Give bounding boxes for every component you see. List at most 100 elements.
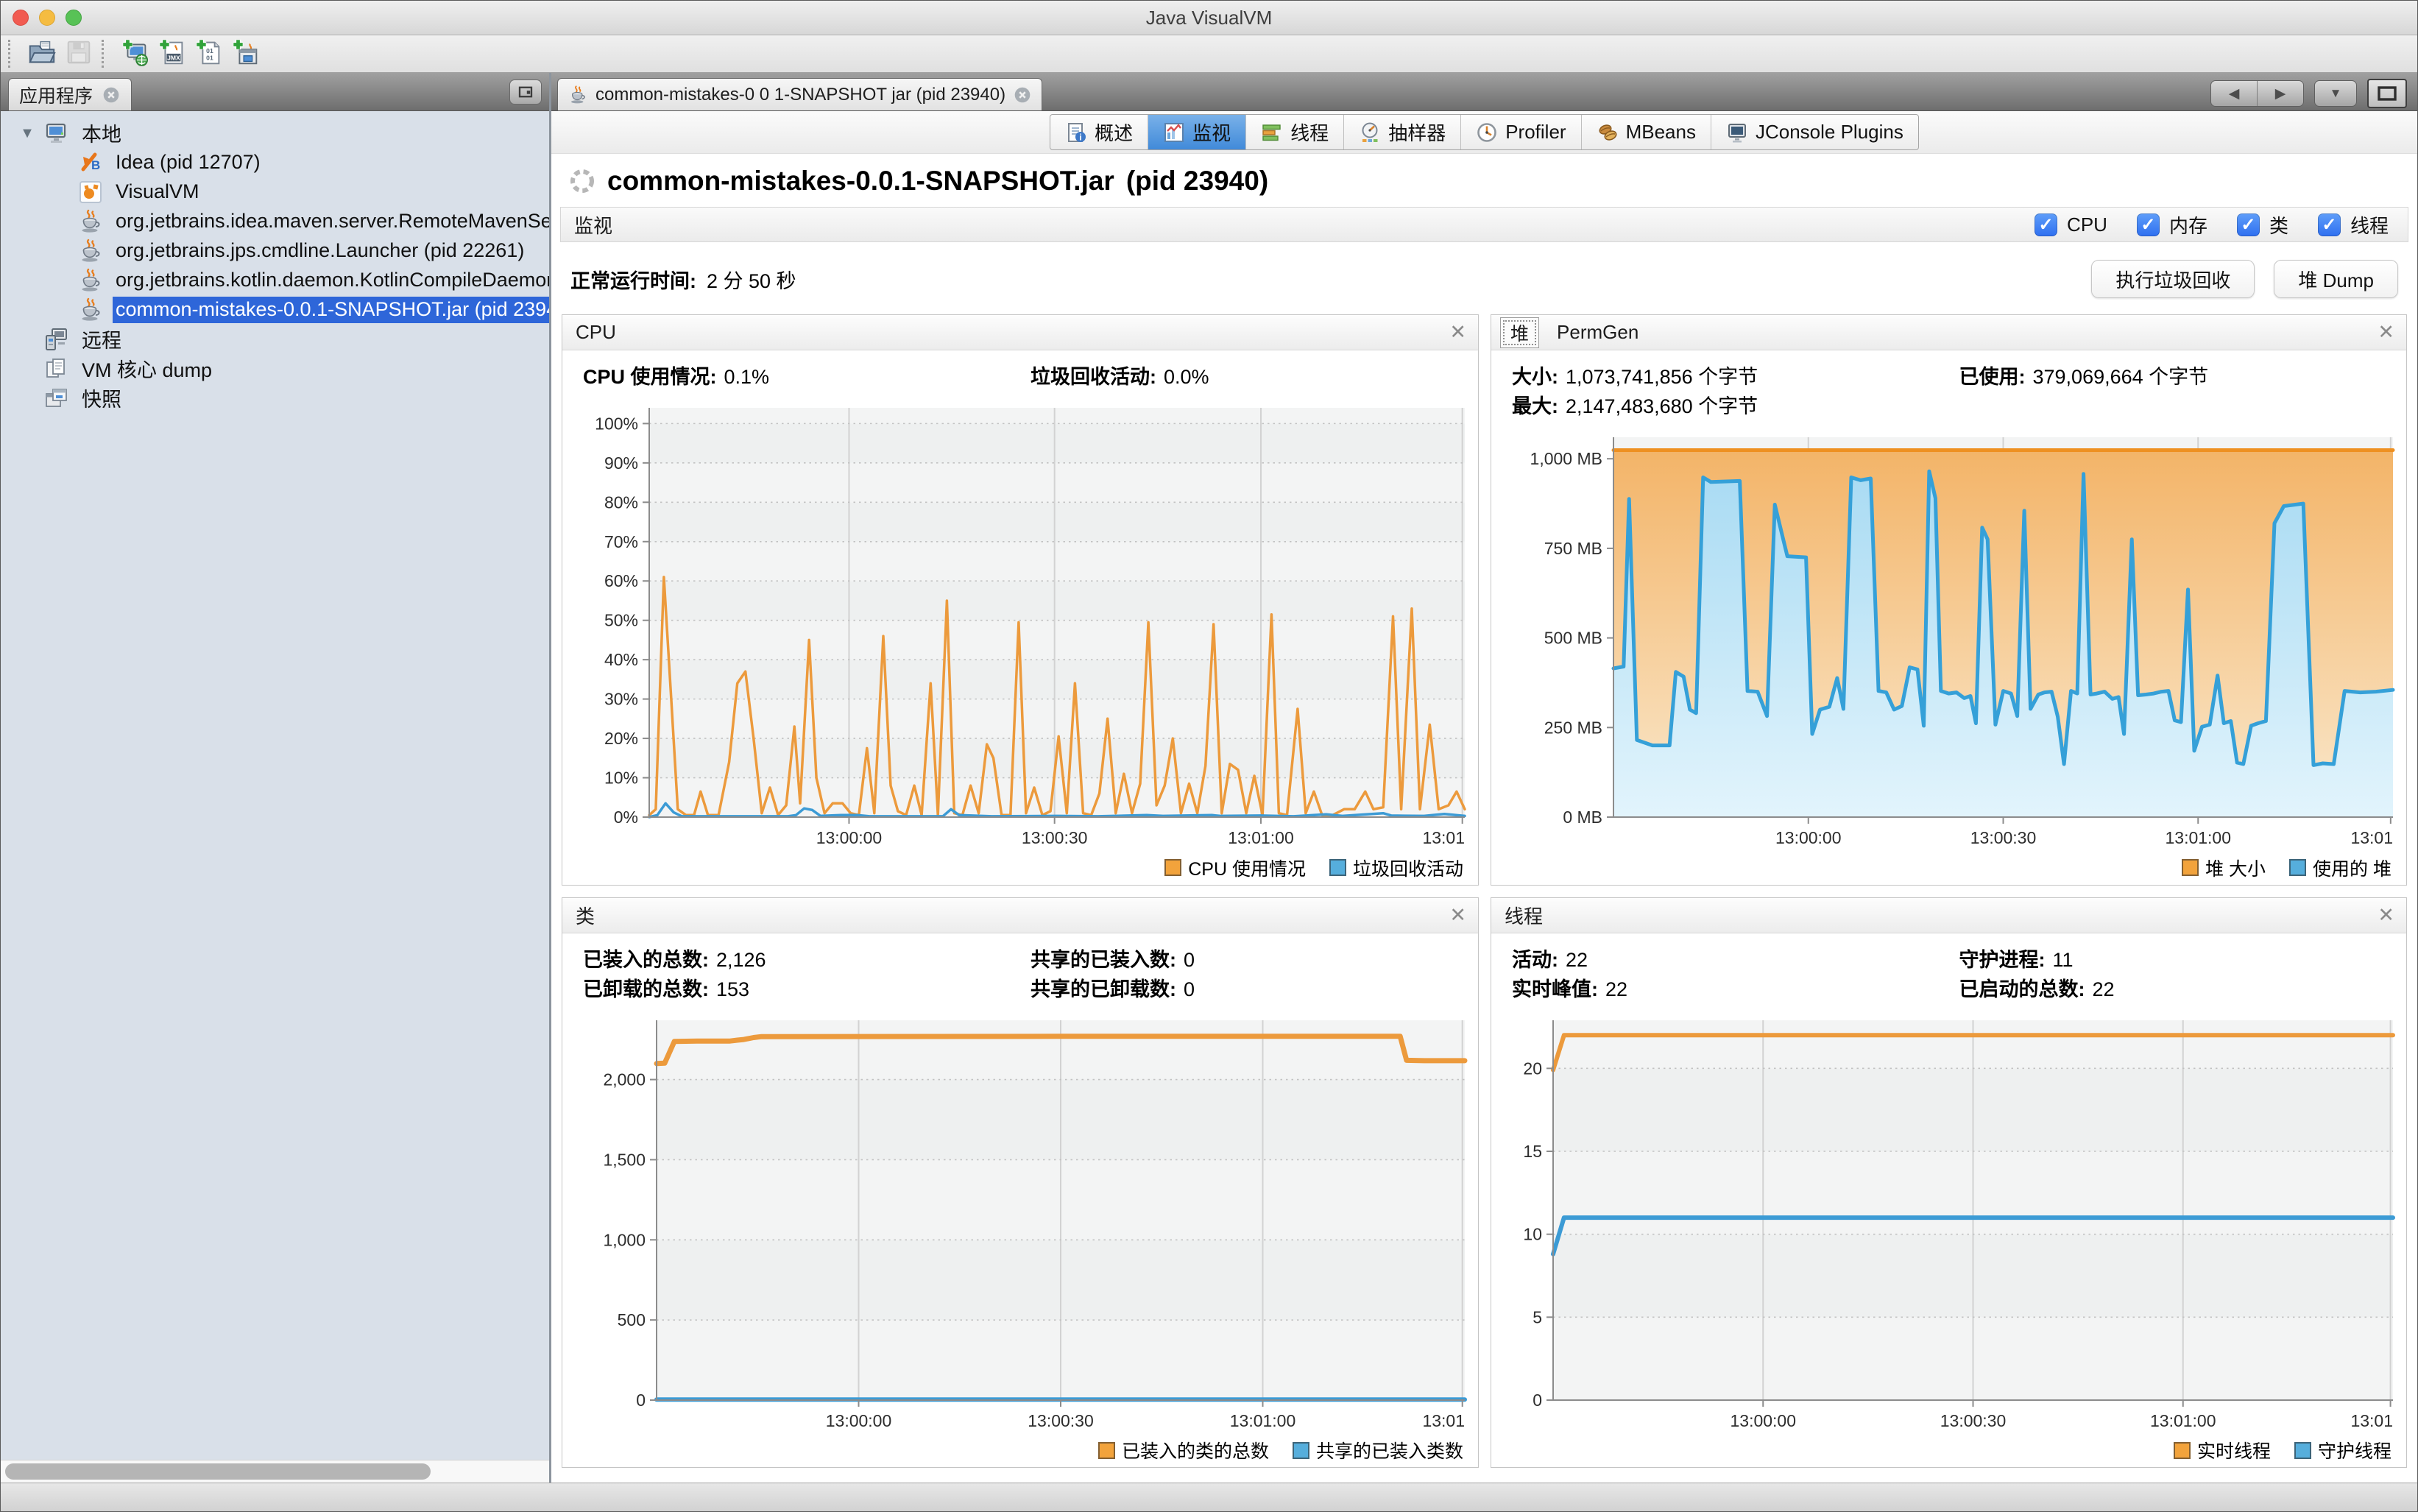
svg-text:13:01:00: 13:01:00 xyxy=(1228,828,1294,847)
scrollbar-thumb[interactable] xyxy=(5,1463,431,1480)
svg-text:70%: 70% xyxy=(604,532,638,551)
next-tab-button[interactable]: ▶ xyxy=(2257,81,2303,106)
tab-list-dropdown-button[interactable]: ▼ xyxy=(2314,80,2357,107)
stat-label: 已装入的总数: xyxy=(583,949,709,971)
legend-label: 已装入的类的总数 xyxy=(1122,1437,1269,1463)
svg-text:13:00:00: 13:00:00 xyxy=(826,1411,892,1430)
tab-jconsole-plugins[interactable]: JConsole Plugins xyxy=(1711,115,1918,149)
svg-text:13:00:00: 13:00:00 xyxy=(1730,1411,1796,1430)
zoom-window-button[interactable] xyxy=(66,10,82,26)
tree-item[interactable]: common-mistakes-0.0.1-SNAPSHOT.jar (pid … xyxy=(1,295,549,325)
stat-value: 1,073,741,856 个字节 xyxy=(1566,366,1758,388)
tree-item[interactable]: org.jetbrains.kotlin.daemon.KotlinCompil… xyxy=(1,266,549,295)
tab-overview[interactable]: i概述 xyxy=(1050,115,1148,149)
threads-panel-header: 线程 ✕ xyxy=(1491,898,2406,933)
stat-value: 153 xyxy=(716,978,749,1000)
cpu-panel-title: CPU xyxy=(576,321,616,344)
close-icon[interactable] xyxy=(102,85,121,105)
load-button[interactable] xyxy=(24,37,60,71)
add-vm-coredump-button[interactable]: 0101 xyxy=(191,37,227,71)
heap-dump-button[interactable]: 堆 Dump xyxy=(2274,260,2398,298)
tab-sampler[interactable]: 抽样器 xyxy=(1344,115,1461,149)
threads-stats: 活动:22实时峰值:22守护进程:11已启动的总数:22 xyxy=(1491,933,2406,1010)
stat-value: 22 xyxy=(2093,978,2115,1000)
java-app-icon xyxy=(568,85,588,105)
checkbox-icon[interactable]: ✓ xyxy=(2137,213,2160,236)
tree-item[interactable]: 远程 xyxy=(1,325,549,354)
close-icon[interactable]: ✕ xyxy=(1449,905,1466,925)
svg-text:13:00:30: 13:00:30 xyxy=(1022,828,1088,847)
svg-text:13:00:30: 13:00:30 xyxy=(1028,1411,1094,1430)
stat-value: 22 xyxy=(1605,978,1627,1000)
tree-item[interactable]: ▼本地 xyxy=(1,119,549,148)
svg-text:1,000: 1,000 xyxy=(603,1230,646,1249)
minimize-sidebar-button[interactable] xyxy=(509,80,542,105)
tab-heap[interactable]: 堆 xyxy=(1500,317,1539,348)
tab-applications[interactable]: 应用程序 xyxy=(8,78,132,110)
sidebar-hscrollbar[interactable] xyxy=(1,1460,549,1483)
checkbox-icon[interactable]: ✓ xyxy=(2237,213,2260,236)
toolbar-grip[interactable] xyxy=(102,40,111,68)
tab-monitor[interactable]: 监视 xyxy=(1148,115,1246,149)
tree-item[interactable]: VisualVM xyxy=(1,177,549,207)
jconsole-icon xyxy=(1726,121,1748,144)
svg-text:0: 0 xyxy=(1533,1391,1542,1410)
toolbar-grip[interactable] xyxy=(8,40,18,68)
java-icon xyxy=(77,208,104,235)
tab-mbeans[interactable]: MBeans xyxy=(1582,115,1711,149)
checkbox-icon[interactable]: ✓ xyxy=(2035,213,2057,236)
legend-label: 堆 大小 xyxy=(2205,855,2266,881)
add-snapshot-icon xyxy=(230,37,261,71)
stat-label: 已卸载的总数: xyxy=(583,978,709,1000)
tab-profiler[interactable]: Profiler xyxy=(1461,115,1581,149)
perform-gc-button[interactable]: 执行垃圾回收 xyxy=(2091,260,2255,298)
view-tabs: i概述监视线程抽样器ProfilerMBeansJConsole Plugins xyxy=(1050,114,1919,150)
svg-text:01: 01 xyxy=(206,54,213,61)
stat-value: 0 xyxy=(1184,978,1195,1000)
cpu-panel-header: CPU ✕ xyxy=(562,315,1478,350)
close-icon[interactable] xyxy=(1013,85,1032,105)
checkbox-cpu[interactable]: ✓ CPU xyxy=(2035,213,2107,236)
svg-text:0%: 0% xyxy=(614,808,638,827)
tab-threads[interactable]: 线程 xyxy=(1246,115,1344,149)
minimize-window-button[interactable] xyxy=(39,10,55,26)
checkbox-内存[interactable]: ✓内存 xyxy=(2137,211,2207,239)
close-window-button[interactable] xyxy=(13,10,29,26)
close-icon[interactable]: ✕ xyxy=(2378,322,2394,342)
legend-label: 共享的已装入类数 xyxy=(1316,1437,1463,1463)
save-button[interactable] xyxy=(60,37,97,71)
tab-permgen[interactable]: PermGen xyxy=(1557,321,1638,344)
stat-label: 垃圾回收活动: xyxy=(1031,366,1156,388)
checkbox-线程[interactable]: ✓线程 xyxy=(2318,211,2389,239)
close-icon[interactable]: ✕ xyxy=(1449,322,1466,342)
legend-swatch-icon xyxy=(2289,859,2306,876)
legend-swatch-icon xyxy=(1098,1442,1115,1459)
tree-item[interactable]: org.jetbrains.jps.cmdline.Launcher (pid … xyxy=(1,236,549,266)
maximize-view-button[interactable] xyxy=(2367,79,2407,108)
tree-item[interactable]: BIdea (pid 12707) xyxy=(1,148,549,177)
tree-item[interactable]: 快照 xyxy=(1,384,549,413)
document-tab[interactable]: common-mistakes-0 0 1-SNAPSHOT jar (pid … xyxy=(557,78,1042,110)
prev-tab-button[interactable]: ◀ xyxy=(2211,81,2257,106)
stat-value: 0.1% xyxy=(724,366,770,388)
add-snapshot-button[interactable] xyxy=(227,37,264,71)
checkbox-类[interactable]: ✓类 xyxy=(2237,211,2288,239)
legend-swatch-icon xyxy=(2174,1442,2191,1459)
close-icon[interactable]: ✕ xyxy=(2378,905,2394,925)
add-jmx-connection-button[interactable]: JMX xyxy=(154,37,191,71)
tree-item[interactable]: org.jetbrains.idea.maven.server.RemoteMa… xyxy=(1,207,549,236)
app-window: Java VisualVM JMX0101 应用程序 ▼本地BIdea (pid… xyxy=(0,0,2418,1512)
svg-text:i: i xyxy=(1079,132,1081,142)
tab-applications-label: 应用程序 xyxy=(19,82,93,108)
uptime-row: 正常运行时间: 2 分 50 秒 执行垃圾回收 堆 Dump xyxy=(551,242,2417,304)
legend-item: 守护线程 xyxy=(2294,1437,2392,1463)
add-application-button[interactable] xyxy=(117,37,154,71)
expand-arrow-icon[interactable]: ▼ xyxy=(11,125,43,142)
svg-text:80%: 80% xyxy=(604,492,638,512)
checkbox-icon[interactable]: ✓ xyxy=(2318,213,2341,236)
sidebar-tab-strip: 应用程序 xyxy=(1,73,549,111)
spinner-icon xyxy=(569,168,595,194)
stat-value: 2,147,483,680 个字节 xyxy=(1566,395,1758,417)
tree-item[interactable]: VM 核心 dump xyxy=(1,354,549,384)
checkbox-label: CPU xyxy=(2067,213,2107,236)
